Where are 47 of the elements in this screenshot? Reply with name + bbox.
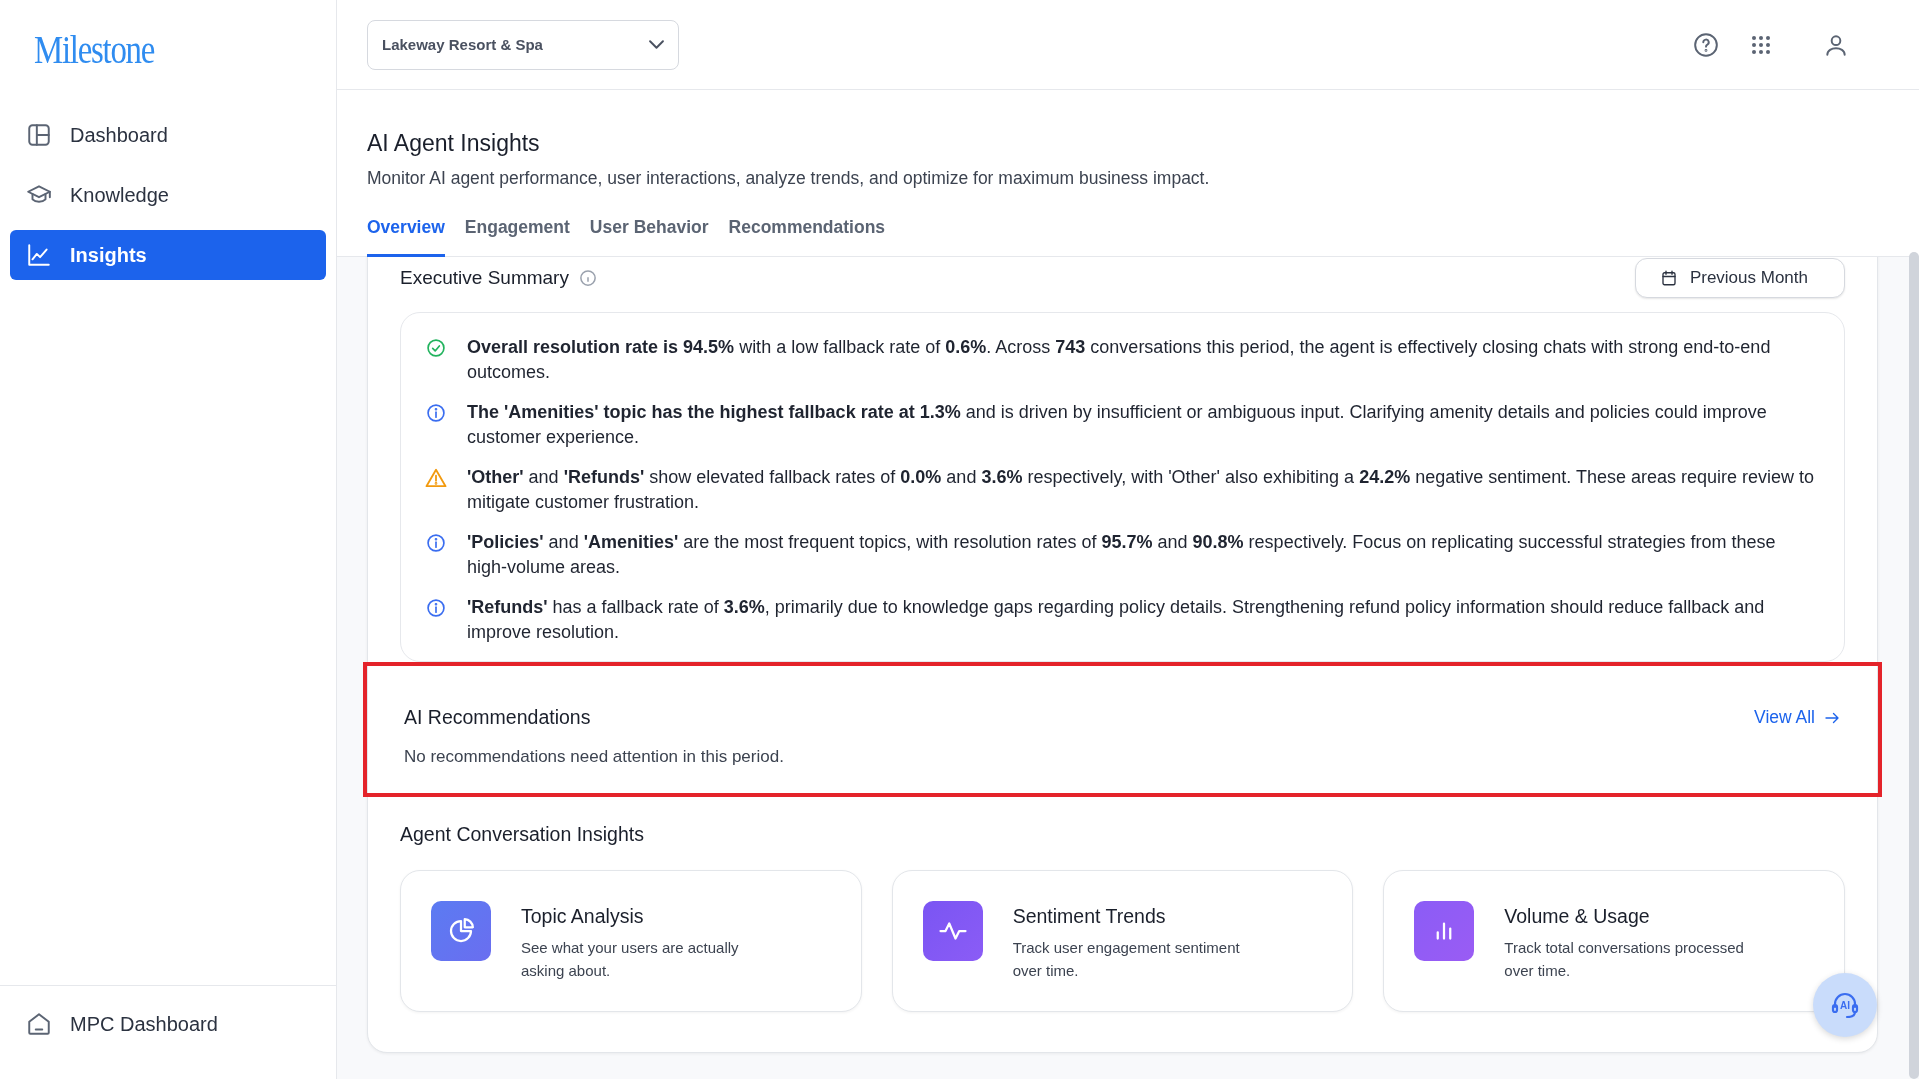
tab[interactable]: User Behavior [589, 217, 709, 257]
dashboard-icon [26, 122, 52, 148]
nav-item[interactable]: Knowledge [10, 170, 326, 220]
nav-item[interactable]: Insights [10, 230, 326, 280]
insight-text: The 'Amenities' topic has the highest fallback rate at 1.3% and is driven by insufficient or ambiguous input. Clarifying amenity details and policies could improve customer experience. [467, 401, 1768, 449]
empty-message: No recommendations need attention in this period. [404, 747, 785, 767]
calendar-icon [1659, 269, 1678, 287]
card-title: Topic Analysis [521, 905, 645, 928]
pulse-icon [922, 901, 983, 961]
section-title: Agent Conversation Insights [400, 823, 645, 846]
insight-card[interactable]: Sentiment Trends Track user engagement sentiment over time. [891, 870, 1354, 1012]
line-chart-icon [26, 242, 52, 268]
tab[interactable]: Engagement [464, 217, 570, 257]
help-icon[interactable] [1693, 31, 1719, 58]
page-title: AI Agent Insights [367, 130, 541, 157]
insight-text: 'Other' and 'Refunds' show elevated fallback rates of 0.0% and 3.6% respectively, with 'Other' also exhibiting a 24.2% negative sentiment. These areas require review to mitigate customer frustration. [467, 466, 1816, 514]
scrollbar[interactable] [1909, 252, 1919, 1079]
card-description: Track total conversations processed over time. [1504, 938, 1745, 981]
card-title: Sentiment Trends [1012, 905, 1167, 928]
insight-text: 'Policies' and 'Amenities' are the most frequent topics, with resolution rates of 95.7% and 90.8% respectively. Focus on replicating successful strategies from these high-volume areas. [467, 531, 1777, 579]
headset-icon [1830, 990, 1860, 1020]
logo: Milestone [34, 26, 155, 73]
check-circle-icon [426, 338, 446, 358]
home-icon [26, 1011, 52, 1037]
nav-item[interactable]: Dashboard [10, 110, 326, 160]
section-title: AI Recommendations [404, 706, 591, 729]
property-select[interactable]: Lakeway Resort & Spa [367, 19, 679, 70]
card-title: Volume & Usage [1504, 905, 1651, 928]
card-description: See what your users are actually asking about. [521, 938, 740, 981]
nav-item[interactable]: MPC Dashboard [10, 999, 326, 1049]
tab[interactable]: Recommendations [728, 217, 886, 257]
pie-chart-icon [431, 901, 491, 961]
card-description: Track user engagement sentiment over time. [1012, 938, 1241, 981]
insight-text: Overall resolution rate is 94.5% with a low fallback rate of 0.6%. Across 743 conversations this period, the agent is effectively closing chats with strong end-to-end outcomes. [467, 336, 1772, 384]
section-title: Executive Summary [400, 267, 569, 289]
insight-text: 'Refunds' has a fallback rate of 3.6%, primarily due to knowledge gaps regarding policy details. Strengthening refund policy information should reduce fallback and improve resolution. [467, 596, 1766, 644]
page-subtitle: Monitor AI agent performance, user interactions, analyze trends, and optimize for maximum business impact. [367, 168, 1211, 189]
view-all-link[interactable]: View All [1754, 707, 1841, 728]
chevron-down-icon [649, 40, 664, 49]
warning-icon [425, 468, 447, 488]
insight-card[interactable]: Topic Analysis See what your users are actually asking about. [400, 870, 862, 1012]
bar-chart-icon [1414, 901, 1475, 961]
info-icon [426, 533, 446, 553]
info-icon [426, 598, 446, 618]
period-button[interactable]: Previous Month [1634, 258, 1845, 298]
info-icon [578, 269, 597, 287]
info-icon [426, 403, 446, 423]
